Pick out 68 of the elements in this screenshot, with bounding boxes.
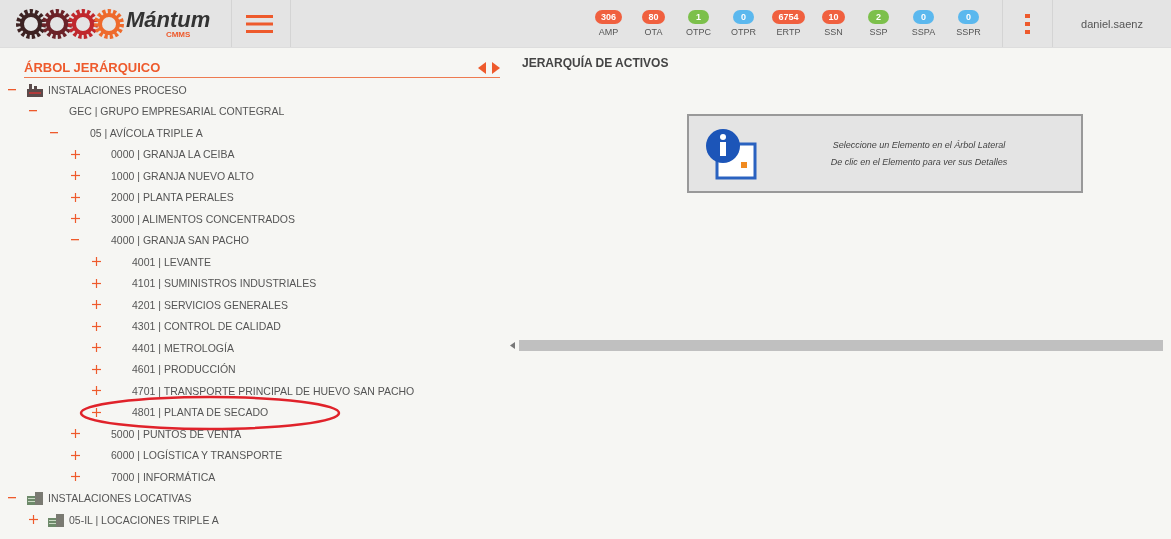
counter-label: SSPA <box>911 27 936 37</box>
building-icon <box>26 491 44 506</box>
collapse-icon[interactable] <box>8 88 16 91</box>
gears-logo-icon <box>16 8 124 39</box>
tree-item[interactable]: GEC | GRUPO EMPRESARIAL CONTEGRAL <box>69 105 285 118</box>
collapse-arrows-icon[interactable] <box>478 61 500 74</box>
horizontal-scrollbar[interactable] <box>510 340 1163 351</box>
menu-icon[interactable] <box>246 13 273 34</box>
tree-item[interactable]: 1000 | GRANJA NUEVO ALTO <box>111 169 254 182</box>
expand-icon[interactable] <box>71 171 80 181</box>
expand-icon[interactable] <box>71 149 80 159</box>
tree-item[interactable]: 4801 | PLANTA DE SECADO <box>132 406 269 419</box>
expand-icon[interactable] <box>29 515 38 525</box>
expand-icon[interactable] <box>92 278 101 288</box>
section-title: JERARQUÍA DE ACTIVOS <box>522 56 670 70</box>
factory-icon <box>26 82 44 97</box>
expand-icon[interactable] <box>92 300 101 310</box>
tree-item[interactable]: 5000 | PUNTOS DE VENTA <box>111 427 242 440</box>
expand-icon[interactable] <box>71 192 80 202</box>
counter-label: OTPC <box>686 27 711 37</box>
message-text: De clic en el Elemento para ver sus Detalles <box>830 157 1008 167</box>
tree-item[interactable]: 0000 | GRANJA LA CEIBA <box>111 148 235 161</box>
tree-item[interactable]: 4000 | GRANJA SAN PACHO <box>111 234 249 247</box>
tree-item[interactable]: 4201 | SERVICIOS GENERALES <box>132 298 289 311</box>
expand-icon[interactable] <box>92 364 101 374</box>
counter-label: ERTP <box>776 27 801 37</box>
tree-item[interactable]: 4001 | LEVANTE <box>132 255 211 268</box>
counter-label: SSP <box>869 27 888 37</box>
collapse-icon[interactable] <box>8 497 16 500</box>
tree-item[interactable]: 05 | AVÍCOLA TRIPLE A <box>90 126 203 139</box>
expand-icon[interactable] <box>92 386 101 396</box>
tree-item[interactable]: 6000 | LOGÍSTICA Y TRANSPORTE <box>111 449 283 462</box>
expand-icon[interactable] <box>71 450 80 460</box>
info-icon <box>705 127 757 180</box>
counter-label: SSPR <box>956 27 981 37</box>
tree-item[interactable]: INSTALACIONES PROCESO <box>48 83 187 96</box>
collapse-icon[interactable] <box>29 110 37 113</box>
scroll-left-icon[interactable] <box>510 342 515 349</box>
collapse-icon[interactable] <box>50 131 58 134</box>
expand-icon[interactable] <box>92 407 101 417</box>
tree-item[interactable]: 4601 | PRODUCCIÓN <box>132 363 236 376</box>
tree-item[interactable]: 4401 | METROLOGÍA <box>132 341 234 354</box>
tree-item[interactable]: 3000 | ALIMENTOS CONCENTRADOS <box>111 212 295 225</box>
user-name[interactable]: daniel.saenz <box>1053 17 1171 30</box>
counter-label: OTA <box>644 27 663 37</box>
message-heading: Seleccione un Elemento en el Árbol Lateral <box>832 140 1006 150</box>
more-options-icon[interactable] <box>1025 13 1030 34</box>
tree-item[interactable]: 4701 | TRANSPORTE PRINCIPAL DE HUEVO SAN PACHO <box>132 384 415 397</box>
counter-label: SSN <box>824 27 843 37</box>
tree-item[interactable]: INSTALACIONES LOCATIVAS <box>48 492 192 505</box>
collapse-icon[interactable] <box>71 239 79 242</box>
expand-icon[interactable] <box>71 472 80 482</box>
tree-item[interactable]: 7000 | INFORMÁTICA <box>111 470 216 483</box>
logo-name: Mántum <box>126 8 211 31</box>
counter-label: AMP <box>598 27 619 37</box>
logo-subtitle: CMMS <box>165 30 191 39</box>
expand-icon[interactable] <box>92 257 101 267</box>
tree-item[interactable]: 05-IL | LOCACIONES TRIPLE A <box>69 513 219 526</box>
expand-icon[interactable] <box>92 343 101 353</box>
tree-item[interactable]: 2000 | PLANTA PERALES <box>111 191 234 204</box>
counter-label: OTPR <box>731 27 756 37</box>
expand-icon[interactable] <box>92 321 101 331</box>
expand-icon[interactable] <box>71 214 80 224</box>
tree-item[interactable]: 4101 | SUMINISTROS INDUSTRIALES <box>132 277 317 290</box>
building-icon <box>47 512 65 527</box>
expand-icon[interactable] <box>71 429 80 439</box>
panel-title: ÁRBOL JERÁRQUICO <box>24 60 161 75</box>
tree-item[interactable]: 4301 | CONTROL DE CALIDAD <box>132 320 281 333</box>
